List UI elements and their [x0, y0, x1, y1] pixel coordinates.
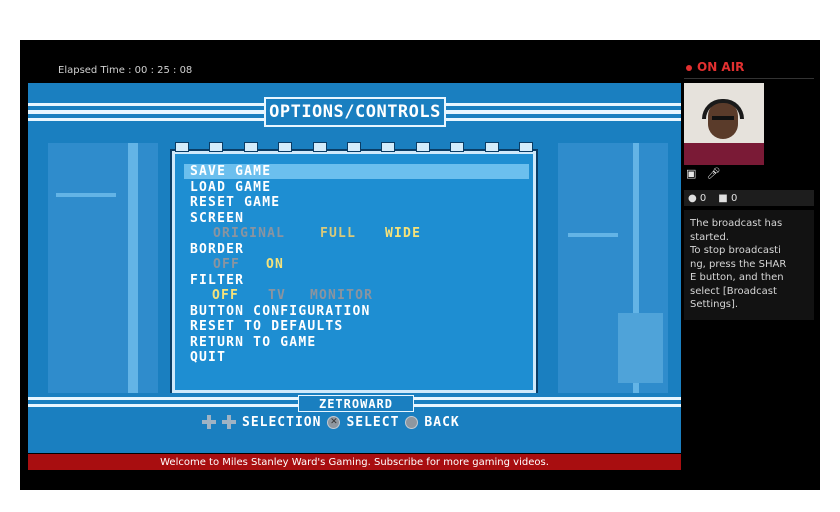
- menu-item-reset-to-defaults[interactable]: RESET TO DEFAULTS: [190, 319, 343, 334]
- dpad-icon: [222, 415, 236, 429]
- rail-knob: [518, 142, 533, 152]
- cam-glasses: [712, 116, 734, 120]
- border-option-off[interactable]: OFF: [213, 257, 240, 272]
- live-dot-icon: [686, 64, 692, 71]
- menu-item-load-game[interactable]: LOAD GAME: [190, 180, 271, 195]
- screen-option-full[interactable]: FULL: [320, 226, 356, 241]
- on-air-indicator: ON AIR: [686, 60, 744, 74]
- profile-label-box: ZETROWARD: [298, 395, 414, 412]
- filter-option-monitor[interactable]: MONITOR: [310, 288, 373, 303]
- title-box: OPTIONS/CONTROLS: [264, 97, 446, 127]
- rail-knob: [450, 142, 465, 152]
- comment-icon: ■: [718, 192, 728, 204]
- bg-pipe: [568, 233, 618, 237]
- webcam-feed: [684, 83, 764, 165]
- menu-item-quit[interactable]: QUIT: [190, 350, 226, 365]
- page-title: OPTIONS/CONTROLS: [269, 102, 441, 122]
- border-option-on[interactable]: ON: [266, 257, 284, 272]
- ticker-text: Welcome to Miles Stanley Ward's Gaming. …: [160, 456, 549, 468]
- circle-button-icon: [405, 415, 419, 429]
- broadcast-message-text: The broadcast has started. To stop broad…: [690, 218, 787, 310]
- viewers-count: ● 0: [688, 193, 706, 204]
- dpad-icon: [202, 415, 216, 429]
- menu-item-border: BORDER: [190, 241, 245, 257]
- elapsed-time: Elapsed Time : 00 : 25 : 08: [58, 65, 193, 76]
- comments-count: ■ 0: [718, 193, 737, 204]
- rail-knob: [278, 142, 293, 152]
- broadcast-panel: ON AIR ▣ 🎤︎ ● 0 ■ 0 The broadcast has st…: [684, 58, 816, 478]
- game-screen: OPTIONS/CONTROLS SAVE GAME LOAD GAME RES…: [28, 83, 681, 453]
- on-air-label: ON AIR: [697, 60, 745, 74]
- comments-value: 0: [730, 192, 738, 204]
- button-hints: SELECTION ✕ SELECT BACK: [202, 414, 460, 430]
- microphone-icon[interactable]: 🎤︎: [706, 168, 720, 180]
- hint-select: SELECT: [346, 414, 400, 430]
- options-menu: SAVE GAME LOAD GAME RESET GAME SCREEN OR…: [170, 142, 538, 395]
- media-icons: ▣ 🎤︎: [686, 168, 720, 180]
- screen-option-wide[interactable]: WIDE: [385, 226, 421, 241]
- bg-pipe: [128, 143, 138, 393]
- filter-option-tv[interactable]: TV: [268, 288, 286, 303]
- bg-panel: [48, 143, 158, 393]
- menu-item-save-game[interactable]: SAVE GAME: [190, 164, 271, 179]
- rail-knob: [346, 142, 361, 152]
- bg-pipe: [618, 313, 663, 383]
- stream-frame: Elapsed Time : 00 : 25 : 08 OPTIONS/CONT…: [20, 40, 820, 490]
- menu-item-button-configuration[interactable]: BUTTON CONFIGURATION: [190, 304, 371, 319]
- menu-item-filter: FILTER: [190, 272, 245, 288]
- menu-rail: [175, 142, 533, 152]
- rail-knob: [312, 142, 327, 152]
- ticker-bar: Welcome to Miles Stanley Ward's Gaming. …: [28, 454, 681, 470]
- camera-icon[interactable]: ▣: [686, 168, 696, 180]
- rail-knob: [415, 142, 430, 152]
- menu-item-reset-game[interactable]: RESET GAME: [190, 195, 280, 210]
- cross-button-icon: ✕: [327, 415, 341, 429]
- divider: [684, 78, 814, 79]
- screen-option-original[interactable]: ORIGINAL: [213, 226, 285, 241]
- hint-back: BACK: [424, 414, 460, 430]
- filter-option-off[interactable]: OFF: [212, 288, 239, 303]
- rail-knob: [484, 142, 499, 152]
- broadcast-message: The broadcast has started. To stop broad…: [684, 210, 814, 320]
- viewers-value: 0: [699, 192, 707, 204]
- rail-knob: [243, 142, 258, 152]
- hint-selection: SELECTION: [242, 414, 322, 430]
- stats-row: ● 0 ■ 0: [684, 190, 814, 206]
- bg-pipe: [56, 193, 116, 197]
- viewer-icon: ●: [688, 192, 697, 204]
- rail-knob: [381, 142, 396, 152]
- menu-item-return-to-game[interactable]: RETURN TO GAME: [190, 335, 316, 350]
- profile-label: ZETROWARD: [318, 396, 394, 411]
- rail-knob: [209, 142, 224, 152]
- cam-shirt: [684, 143, 764, 165]
- rail-knob: [175, 142, 189, 152]
- menu-item-screen: SCREEN: [190, 210, 245, 226]
